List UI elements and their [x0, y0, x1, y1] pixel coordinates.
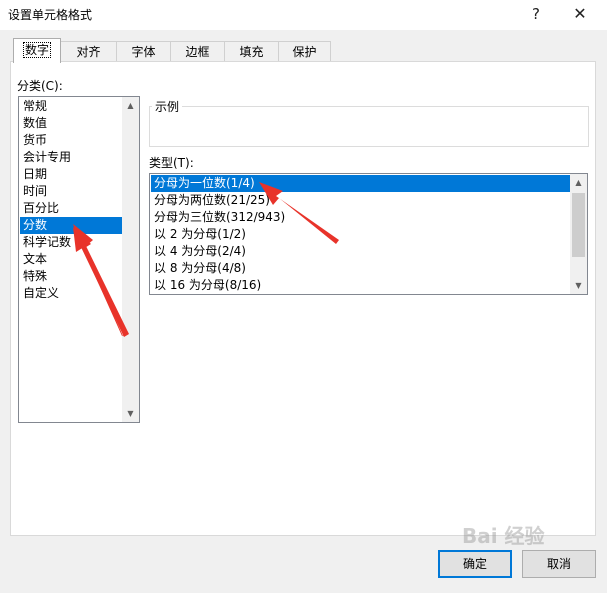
- watermark: Bai 经验: [462, 524, 545, 548]
- title-bar: 设置单元格格式 ? ✕: [0, 0, 607, 30]
- category-item-general[interactable]: 常规: [20, 98, 122, 115]
- tab-border[interactable]: 边框: [170, 41, 225, 61]
- scroll-down-arrow-icon[interactable]: ▼: [122, 405, 139, 422]
- scroll-thumb[interactable]: [572, 193, 585, 257]
- category-label: 分类(C):: [17, 79, 63, 93]
- category-item-date[interactable]: 日期: [20, 166, 122, 183]
- scroll-down-arrow-icon[interactable]: ▼: [570, 277, 587, 294]
- type-item-two-digit[interactable]: 分母为两位数(21/25): [151, 192, 570, 209]
- category-item-custom[interactable]: 自定义: [20, 285, 122, 302]
- category-item-accounting[interactable]: 会计专用: [20, 149, 122, 166]
- type-scrollbar[interactable]: ▲ ▼: [570, 174, 587, 294]
- type-item-sixteenths[interactable]: 以 16 为分母(8/16): [151, 277, 570, 294]
- tab-alignment[interactable]: 对齐: [60, 41, 117, 61]
- type-item-halves[interactable]: 以 2 为分母(1/2): [151, 226, 570, 243]
- category-scrollbar[interactable]: ▲ ▼: [122, 97, 139, 422]
- tab-fill[interactable]: 填充: [224, 41, 279, 61]
- category-item-text[interactable]: 文本: [20, 251, 122, 268]
- sample-label: 示例: [152, 98, 183, 115]
- scroll-up-arrow-icon[interactable]: ▲: [122, 97, 139, 114]
- help-button[interactable]: ?: [514, 0, 558, 30]
- type-list[interactable]: 分母为一位数(1/4) 分母为两位数(21/25) 分母为三位数(312/943…: [149, 173, 588, 295]
- category-item-percentage[interactable]: 百分比: [20, 200, 122, 217]
- scroll-up-arrow-icon[interactable]: ▲: [570, 174, 587, 191]
- type-item-one-digit[interactable]: 分母为一位数(1/4): [151, 175, 570, 192]
- category-item-fraction[interactable]: 分数: [20, 217, 122, 234]
- category-item-special[interactable]: 特殊: [20, 268, 122, 285]
- type-label: 类型(T):: [149, 156, 194, 170]
- type-item-three-digit[interactable]: 分母为三位数(312/943): [151, 209, 570, 226]
- category-item-time[interactable]: 时间: [20, 183, 122, 200]
- category-item-scientific[interactable]: 科学记数: [20, 234, 122, 251]
- dialog-title: 设置单元格格式: [8, 8, 93, 22]
- category-item-number[interactable]: 数值: [20, 115, 122, 132]
- tab-number[interactable]: 数字: [13, 38, 61, 63]
- tab-protection[interactable]: 保护: [278, 41, 331, 61]
- type-item-quarters[interactable]: 以 4 为分母(2/4): [151, 243, 570, 260]
- ok-button[interactable]: 确定: [438, 550, 512, 578]
- sample-box: [149, 106, 589, 147]
- type-item-eighths[interactable]: 以 8 为分母(4/8): [151, 260, 570, 277]
- category-item-currency[interactable]: 货币: [20, 132, 122, 149]
- category-list[interactable]: 常规 数值 货币 会计专用 日期 时间 百分比 分数 科学记数 文本 特殊 自定…: [18, 96, 140, 423]
- tab-font[interactable]: 字体: [116, 41, 171, 61]
- close-button[interactable]: ✕: [558, 0, 602, 30]
- cancel-button[interactable]: 取消: [522, 550, 596, 578]
